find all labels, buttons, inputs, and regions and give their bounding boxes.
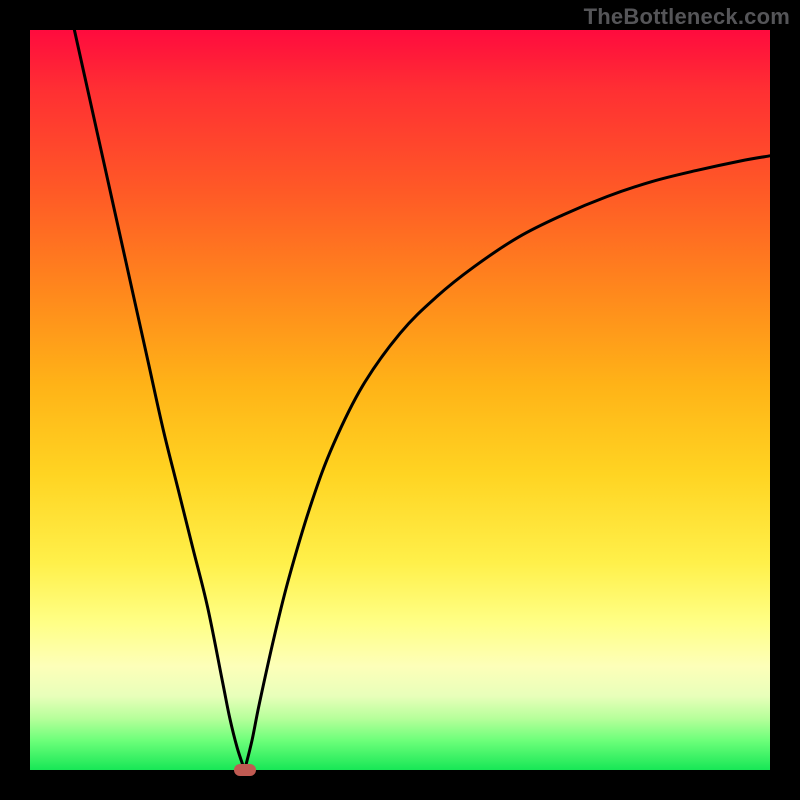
curve-right-line [245,156,770,770]
chart-frame: TheBottleneck.com [0,0,800,800]
minimum-marker [234,764,256,776]
curve-left-line [74,30,244,770]
curve-svg [30,30,770,770]
watermark-text: TheBottleneck.com [584,4,790,30]
plot-area [30,30,770,770]
